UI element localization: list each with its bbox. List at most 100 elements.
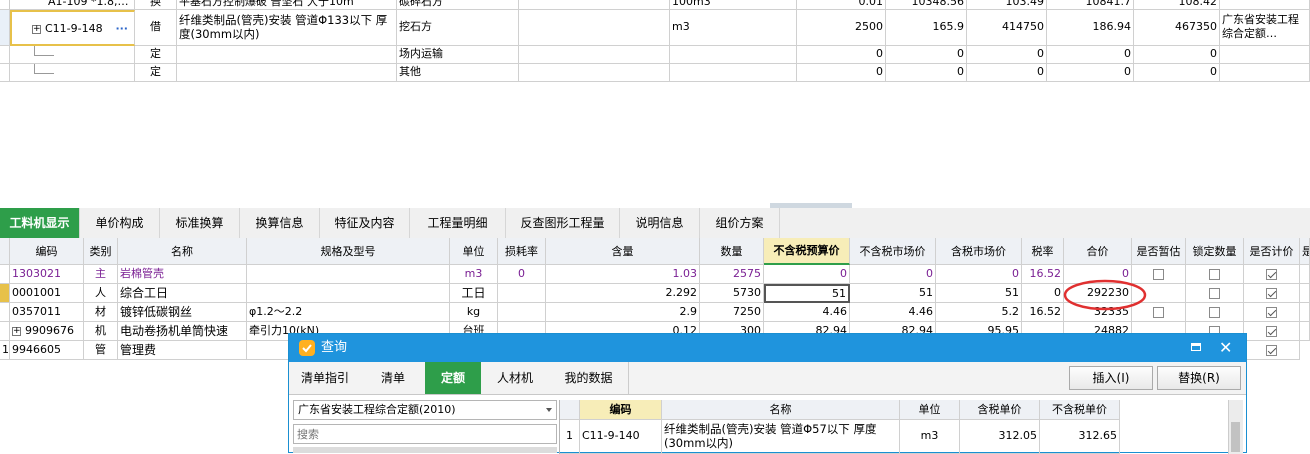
header-tax-market-price[interactable]: 含税市场价 — [936, 238, 1022, 265]
cell-unit: m3 — [670, 10, 797, 46]
result-header-unit[interactable]: 单位 — [900, 400, 960, 420]
result-grid: 编码 名称 单位 含税单价 不含税单价 1 C11-9-140 纤维类制品(管壳… — [559, 400, 1245, 454]
search-input[interactable] — [293, 424, 557, 444]
cell-lock-qty — [1186, 284, 1244, 303]
result-header-name[interactable]: 名称 — [662, 400, 900, 420]
cell-lock-qty — [1186, 265, 1244, 284]
tab-standard-conversion[interactable]: 标准换算 — [160, 208, 240, 238]
cell-budget-price-editing[interactable]: 51 — [764, 284, 850, 303]
row-index — [0, 265, 10, 284]
lock-qty-checkbox[interactable] — [1209, 306, 1220, 318]
header-quantity[interactable]: 数量 — [700, 238, 764, 265]
result-cell-code: C11-9-140 — [580, 420, 662, 454]
result-header-notax-price[interactable]: 不含税单价 — [1040, 400, 1120, 420]
cell-name — [177, 46, 397, 64]
cell-tax-market-price: 0 — [936, 265, 1022, 284]
row-index — [0, 303, 10, 322]
table-row[interactable]: 定 其他 0 0 0 0 0 — [0, 64, 1310, 82]
dialog-titlebar[interactable]: 查询 ✕ — [289, 334, 1246, 362]
maximize-icon[interactable] — [1191, 343, 1201, 351]
result-cell-notax-price: 312.65 — [1040, 420, 1120, 454]
table-row[interactable]: 定 场内运输 0 0 0 0 0 — [0, 46, 1310, 64]
expand-icon[interactable]: + — [32, 24, 41, 34]
priced-checkbox[interactable] — [1266, 306, 1277, 318]
provisional-checkbox[interactable] — [1153, 306, 1164, 318]
tab-bill[interactable]: 清单 — [361, 362, 425, 394]
scrollbar-thumb[interactable] — [1231, 422, 1240, 452]
cell-blank — [519, 10, 670, 46]
header-name[interactable]: 名称 — [118, 238, 247, 265]
tab-bill-guide[interactable]: 清单指引 — [289, 362, 361, 394]
header-tax-rate[interactable]: 税率 — [1022, 238, 1064, 265]
cell-code: 9946605 — [10, 341, 84, 360]
cell-code: +9909676 — [10, 322, 84, 341]
tab-conversion-info[interactable]: 换算信息 — [240, 208, 320, 238]
cell-qty: 0 — [797, 46, 886, 64]
cell-price2: 10841.7 — [1047, 0, 1134, 10]
header-budget-price[interactable]: 不含税预算价 — [764, 238, 850, 265]
tab-material-display[interactable]: 工料机显示 — [0, 208, 80, 238]
tab-features[interactable]: 特征及内容 — [320, 208, 410, 238]
header-overflow: 是 — [1300, 238, 1310, 265]
tab-quota[interactable]: 定额 — [425, 362, 481, 394]
cell-remark: 广东省安装工程综合定额… — [1220, 10, 1310, 46]
expand-icon[interactable]: + — [12, 326, 21, 336]
quota-library-select[interactable]: 广东省安装工程综合定额(2010) — [293, 400, 557, 420]
header-priced[interactable]: 是否计价 — [1244, 238, 1300, 265]
insert-button[interactable]: 插入(I) — [1069, 366, 1153, 390]
result-header-tax-price[interactable]: 含税单价 — [960, 400, 1040, 420]
tab-my-data[interactable]: 我的数据 — [549, 362, 629, 394]
cell-content: 2.9 — [546, 303, 700, 322]
cell-total1: 103.49 — [967, 0, 1047, 10]
header-unit[interactable]: 单位 — [450, 238, 498, 265]
table-row[interactable]: A1-109 *1.8,… 换 平基石方控制爆破 普坚石 大于10m 碳碎石方 … — [0, 0, 1310, 10]
tab-description[interactable]: 说明信息 — [620, 208, 700, 238]
header-code[interactable]: 编码 — [10, 238, 84, 265]
cell-overflow — [1300, 265, 1310, 284]
cell-feature: 碳碎石方 — [397, 0, 519, 10]
cell-name: 纤维类制品(管壳)安装 管道Φ133以下 厚度(30mm以内) — [177, 10, 397, 46]
priced-checkbox[interactable] — [1266, 268, 1277, 280]
header-total[interactable]: 合价 — [1064, 238, 1132, 265]
cell-type: 换 — [135, 0, 177, 10]
tab-pricing-plan[interactable]: 组价方案 — [700, 208, 780, 238]
tab-resources[interactable]: 人材机 — [481, 362, 549, 394]
result-header-code[interactable]: 编码 — [580, 400, 662, 420]
result-cell-unit: m3 — [900, 420, 960, 454]
result-scrollbar[interactable] — [1228, 400, 1243, 454]
cell-name: 平基石方控制爆破 普坚石 大于10m — [177, 0, 397, 10]
cell-remark — [1220, 64, 1310, 82]
cell-code — [10, 46, 135, 64]
result-cell-name: 纤维类制品(管壳)安装 管道Φ57以下 厚度(30mm以内) — [662, 420, 900, 454]
header-market-price[interactable]: 不含税市场价 — [850, 238, 936, 265]
table-row-selected[interactable]: + C11-9-148 ··· 借 纤维类制品(管壳)安装 管道Φ133以下 厚度… — [0, 10, 1310, 46]
cell-overflow — [1300, 322, 1310, 341]
left-pane-scroll[interactable] — [293, 447, 557, 453]
cell-code-selected[interactable]: + C11-9-148 ··· — [10, 10, 135, 46]
priced-checkbox[interactable] — [1266, 325, 1277, 337]
cell-name: 管理费 — [118, 341, 247, 360]
cell-category: 材 — [84, 303, 118, 322]
header-provisional[interactable]: 是否暂估 — [1132, 238, 1186, 265]
more-icon[interactable]: ··· — [115, 12, 128, 44]
header-lock-qty[interactable]: 锁定数量 — [1186, 238, 1244, 265]
lock-qty-checkbox[interactable] — [1209, 287, 1220, 299]
cell-remark — [1220, 0, 1310, 10]
priced-checkbox[interactable] — [1266, 287, 1277, 299]
replace-button[interactable]: 替换(R) — [1157, 366, 1241, 390]
provisional-checkbox[interactable] — [1153, 268, 1164, 280]
tab-quantity-detail[interactable]: 工程量明细 — [410, 208, 506, 238]
header-loss[interactable]: 损耗率 — [498, 238, 546, 265]
header-content[interactable]: 含量 — [546, 238, 700, 265]
tab-reverse-lookup[interactable]: 反查图形工程量 — [506, 208, 620, 238]
row-index — [0, 322, 10, 341]
cell-code: A1-109 *1.8,… — [10, 0, 135, 10]
header-spec[interactable]: 规格及型号 — [247, 238, 450, 265]
header-category[interactable]: 类别 — [84, 238, 118, 265]
lock-qty-checkbox[interactable] — [1209, 268, 1220, 280]
close-icon[interactable]: ✕ — [1219, 337, 1232, 359]
priced-checkbox[interactable] — [1266, 344, 1277, 356]
tab-unit-price[interactable]: 单价构成 — [80, 208, 160, 238]
result-row[interactable]: 1 C11-9-140 纤维类制品(管壳)安装 管道Φ57以下 厚度(30mm以… — [560, 420, 1120, 454]
cell-type: 定 — [135, 46, 177, 64]
